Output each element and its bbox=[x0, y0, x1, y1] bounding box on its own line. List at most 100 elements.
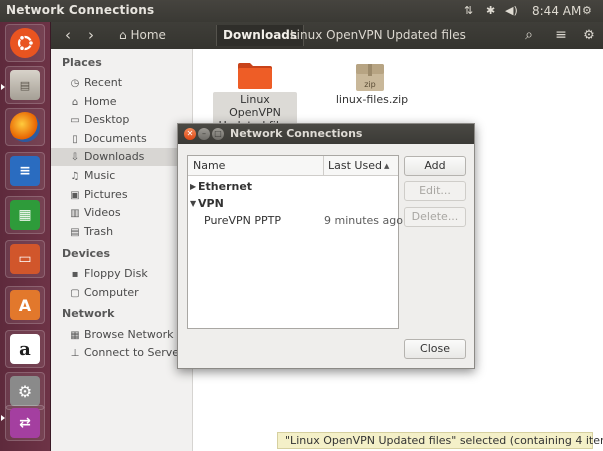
back-button[interactable]: ‹ bbox=[59, 25, 77, 46]
panel-window-title: Network Connections bbox=[6, 3, 155, 17]
folder-icon[interactable] bbox=[237, 60, 273, 90]
list-view-icon[interactable]: ≡ bbox=[551, 25, 571, 46]
bluetooth-icon[interactable]: ✱ bbox=[486, 3, 495, 19]
connection-name: PureVPN PPTP bbox=[204, 214, 281, 227]
sidebar-item-documents[interactable]: ▯ Documents bbox=[68, 130, 192, 148]
firefox-icon[interactable] bbox=[5, 108, 45, 146]
desktop-folder-icon: ▭ bbox=[70, 115, 80, 126]
ubuntu-dash-icon[interactable] bbox=[5, 24, 45, 62]
places-header: Places bbox=[62, 56, 102, 69]
expand-icon[interactable]: ▶ bbox=[190, 178, 196, 195]
sidebar-item-connect-to-server[interactable]: ⊥ Connect to Server bbox=[68, 344, 192, 362]
zip-archive-icon[interactable]: zip bbox=[354, 61, 386, 93]
sidebar-item-label: Home bbox=[84, 95, 117, 108]
writer-icon[interactable]: ≡ bbox=[5, 152, 45, 190]
devices-header: Devices bbox=[62, 247, 111, 260]
column-header-label: Last Used bbox=[328, 159, 382, 172]
download-icon: ⇩ bbox=[70, 152, 80, 163]
add-button[interactable]: Add bbox=[404, 156, 466, 176]
floppy-icon: ▪ bbox=[71, 269, 79, 280]
maximize-icon[interactable]: □ bbox=[212, 128, 224, 140]
sidebar-item-label: Music bbox=[84, 169, 116, 182]
sidebar-item-label: Videos bbox=[84, 206, 121, 219]
sidebar-item-label: Desktop bbox=[84, 113, 130, 126]
sidebar-item-label: Browse Network bbox=[84, 328, 174, 341]
status-bar: "Linux OpenVPN Updated files" selected (… bbox=[277, 432, 603, 449]
forward-button[interactable]: › bbox=[82, 25, 100, 46]
trash-icon: ▤ bbox=[70, 227, 80, 238]
group-label: Ethernet bbox=[198, 180, 253, 193]
sidebar-item-label: Recent bbox=[84, 76, 123, 89]
network-arrows-icon[interactable]: ⇅ bbox=[464, 3, 473, 19]
breadcrumb-linux-openvpn[interactable]: Linux OpenVPN Updated files bbox=[284, 25, 472, 46]
close-button[interactable]: Close bbox=[404, 339, 466, 359]
edit-button[interactable]: Edit... bbox=[404, 181, 466, 201]
sidebar-item-browse-network[interactable]: ▦ Browse Network bbox=[68, 326, 192, 344]
zip-item-label[interactable]: linux-files.zip bbox=[335, 93, 409, 106]
group-row-ethernet[interactable]: ▶ Ethernet bbox=[188, 178, 398, 195]
sidebar-item-trash[interactable]: ▤ Trash bbox=[68, 223, 192, 241]
network-manager-icon[interactable]: ⇄ bbox=[5, 405, 45, 441]
connections-list[interactable]: Name Last Used ▲ ▶ Ethernet ▼ VPN PureVP… bbox=[187, 155, 403, 329]
sort-ascending-icon: ▲ bbox=[384, 162, 390, 170]
settings-icon[interactable]: ⚙ bbox=[579, 25, 599, 46]
sidebar-item-downloads[interactable]: ⇩ Downloads bbox=[51, 148, 193, 166]
network-icon: ▦ bbox=[70, 330, 80, 341]
sidebar-item-pictures[interactable]: ▣ Pictures bbox=[68, 186, 192, 204]
zip-badge: zip bbox=[364, 80, 376, 89]
network-header: Network bbox=[62, 307, 115, 320]
document-icon: ▯ bbox=[72, 134, 78, 145]
sidebar-item-home[interactable]: ⌂ Home bbox=[68, 93, 192, 111]
network-connections-dialog: ✕ – □ Network Connections Name Last Used… bbox=[177, 123, 475, 369]
videos-icon: ▥ bbox=[70, 208, 80, 219]
delete-button[interactable]: Delete... bbox=[404, 207, 466, 227]
top-panel: Network Connections ⇅ ✱ ◀) 8:44 AM ⚙ bbox=[0, 0, 603, 22]
server-icon: ⊥ bbox=[70, 348, 80, 359]
breadcrumb-home[interactable]: ⌂ Home bbox=[113, 25, 172, 46]
collapse-icon[interactable]: ▼ bbox=[190, 195, 196, 212]
clock[interactable]: 8:44 AM bbox=[532, 3, 581, 19]
sidebar-item-desktop[interactable]: ▭ Desktop bbox=[68, 111, 192, 129]
column-header-last-used[interactable]: Last Used ▲ bbox=[324, 156, 398, 176]
sidebar-item-label: Documents bbox=[84, 132, 147, 145]
gear-icon[interactable]: ⚙ bbox=[582, 3, 592, 19]
software-center-icon[interactable]: A bbox=[5, 286, 45, 324]
sidebar-item-floppy-disk[interactable]: ▪ Floppy Disk bbox=[68, 265, 192, 283]
breadcrumb-home-label: Home bbox=[130, 28, 166, 42]
sidebar-item-music[interactable]: ♫ Music bbox=[68, 167, 192, 185]
sidebar-item-label: Downloads bbox=[84, 150, 145, 163]
minimize-icon[interactable]: – bbox=[198, 128, 210, 140]
impress-icon[interactable]: ▭ bbox=[5, 240, 45, 278]
file-manager-sidebar: Places ◷ Recent ⌂ Home ▭ Desktop ▯ Documents… bbox=[51, 49, 193, 451]
sidebar-item-label: Trash bbox=[84, 225, 114, 238]
sidebar-item-recent[interactable]: ◷ Recent bbox=[68, 74, 192, 92]
dialog-titlebar[interactable]: ✕ – □ Network Connections bbox=[178, 124, 474, 144]
file-manager-toolbar: ‹ › ⌂ Home Downloads Linux OpenVPN Updat… bbox=[51, 22, 603, 49]
files-icon[interactable]: ▤ bbox=[5, 66, 45, 104]
close-icon[interactable]: ✕ bbox=[184, 128, 196, 140]
connection-row[interactable]: PureVPN PPTP 9 minutes ago bbox=[188, 212, 403, 229]
group-row-vpn[interactable]: ▼ VPN bbox=[188, 195, 398, 212]
clock-icon: ◷ bbox=[70, 78, 80, 89]
sidebar-item-computer[interactable]: ▢ Computer bbox=[68, 284, 192, 302]
home-icon: ⌂ bbox=[71, 97, 79, 108]
pictures-icon: ▣ bbox=[70, 190, 80, 201]
launcher: ▤ ≡ ▦ ▭ A a ⚙ ⇄ bbox=[0, 22, 51, 451]
calc-icon[interactable]: ▦ bbox=[5, 196, 45, 234]
sidebar-item-videos[interactable]: ▥ Videos bbox=[68, 204, 192, 222]
column-header-name[interactable]: Name bbox=[188, 156, 324, 176]
music-icon: ♫ bbox=[70, 171, 80, 182]
connection-last-used: 9 minutes ago bbox=[324, 214, 403, 227]
sidebar-item-label: Computer bbox=[84, 286, 139, 299]
sidebar-item-label: Floppy Disk bbox=[84, 267, 148, 280]
sidebar-item-label: Connect to Server bbox=[84, 346, 184, 359]
group-label: VPN bbox=[198, 197, 224, 210]
home-icon: ⌂ bbox=[119, 28, 127, 42]
search-icon[interactable]: ⌕ bbox=[519, 25, 539, 46]
computer-icon: ▢ bbox=[70, 288, 80, 299]
amazon-icon[interactable]: a bbox=[5, 330, 45, 368]
ubuntu-logo-icon bbox=[17, 35, 34, 52]
sidebar-item-label: Pictures bbox=[84, 188, 128, 201]
volume-icon[interactable]: ◀) bbox=[505, 3, 518, 19]
dialog-title: Network Connections bbox=[230, 127, 363, 140]
